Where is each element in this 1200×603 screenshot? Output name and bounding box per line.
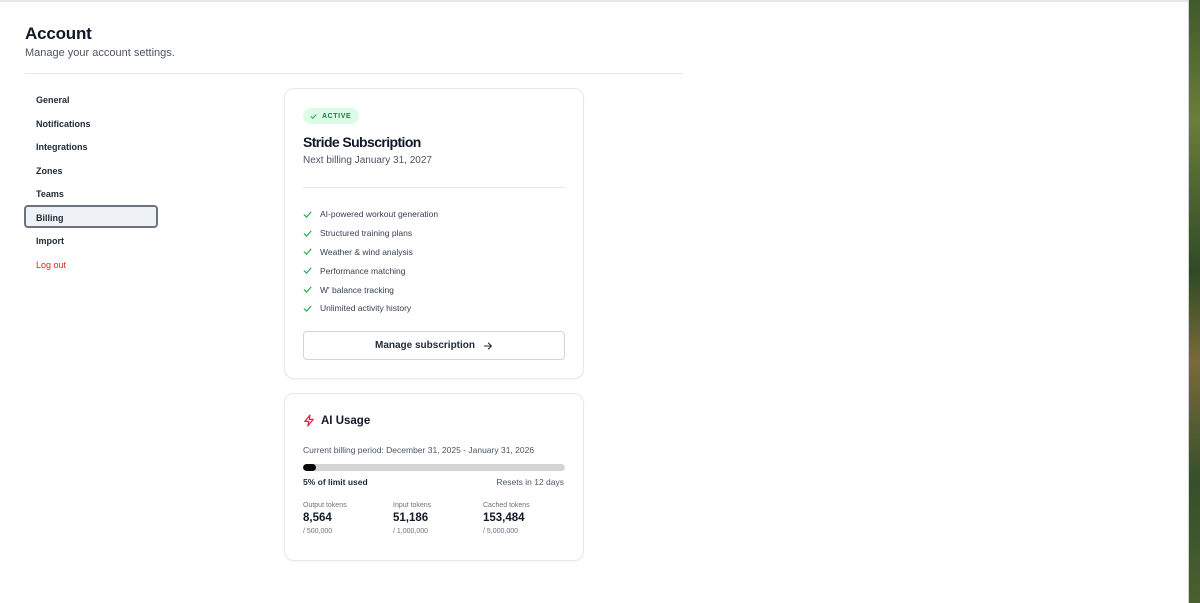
feature-label: Structured training plans <box>320 228 413 239</box>
stat-limit: / 5,000,000 <box>483 528 519 535</box>
header-divider <box>25 73 683 74</box>
feature-item: Unlimited activity history <box>303 299 438 318</box>
stat-value: 153,484 <box>483 512 525 524</box>
arrow-right-icon <box>483 341 492 350</box>
token-stats: Output tokens 8,564 / 500,000 Input toke… <box>303 502 573 535</box>
check-icon <box>303 267 312 275</box>
sidebar-item-import[interactable]: Import <box>24 228 158 252</box>
page-subtitle: Manage your account settings. <box>25 47 175 59</box>
stat-input-tokens: Input tokens 51,186 / 1,000,000 <box>393 502 483 535</box>
background-image-edge <box>1188 0 1200 603</box>
sidebar-item-billing[interactable]: Billing <box>24 204 158 228</box>
check-icon <box>310 113 317 119</box>
status-badge-label: ACTIVE <box>322 112 352 120</box>
sidebar-item-notifications[interactable]: Notifications <box>24 111 158 135</box>
feature-item: Structured training plans <box>303 224 438 243</box>
manage-subscription-label: Manage subscription <box>374 340 475 351</box>
top-border <box>0 0 1188 2</box>
sidebar-item-zones[interactable]: Zones <box>24 158 158 182</box>
stat-limit: / 1,000,000 <box>393 528 429 535</box>
sidebar-item-logout[interactable]: Log out <box>24 252 158 276</box>
status-badge: ACTIVE <box>303 108 360 124</box>
subscription-card: ACTIVE Stride Subscription Next billing … <box>284 88 584 379</box>
feature-list: AI-powered workout generation Structured… <box>303 205 438 318</box>
feature-item: Performance matching <box>303 261 438 280</box>
stat-limit: / 500,000 <box>303 528 333 535</box>
ai-usage-title: AI Usage <box>321 414 371 427</box>
feature-label: AI-powered workout generation <box>320 209 439 220</box>
feature-label: W' balance tracking <box>320 284 394 295</box>
check-icon <box>303 286 312 293</box>
usage-progress-bar <box>303 464 565 471</box>
check-icon <box>303 305 312 312</box>
check-icon <box>303 230 312 237</box>
feature-item: W' balance tracking <box>303 280 438 299</box>
sidebar-item-teams[interactable]: Teams <box>24 181 158 205</box>
card-divider <box>303 187 565 188</box>
feature-item: AI-powered workout generation <box>303 205 438 224</box>
stat-label: Input tokens <box>393 502 432 509</box>
next-billing-date: Next billing January 31, 2027 <box>303 155 432 166</box>
stat-output-tokens: Output tokens 8,564 / 500,000 <box>303 502 393 535</box>
check-icon <box>303 249 312 256</box>
sidebar-item-general[interactable]: General <box>24 87 158 111</box>
settings-sidebar: General Notifications Integrations Zones… <box>24 87 158 275</box>
manage-subscription-button[interactable]: Manage subscription <box>303 331 565 360</box>
feature-label: Performance matching <box>320 265 406 276</box>
feature-label: Weather & wind analysis <box>320 246 413 257</box>
feature-label: Unlimited activity history <box>320 303 412 314</box>
page-header: Account Manage your account settings. <box>25 24 175 59</box>
plan-name: Stride Subscription <box>303 134 421 150</box>
lightning-icon <box>304 414 314 427</box>
stat-label: Cached tokens <box>483 502 530 509</box>
usage-percent-label: 5% of limit used <box>303 477 368 487</box>
stat-value: 8,564 <box>303 512 332 524</box>
page-title: Account <box>25 24 92 43</box>
check-icon <box>303 211 312 218</box>
stat-cached-tokens: Cached tokens 153,484 / 5,000,000 <box>483 502 573 535</box>
billing-period: Current billing period: December 31, 202… <box>303 445 535 455</box>
usage-progress-fill <box>303 464 317 471</box>
usage-reset-label: Resets in 12 days <box>496 477 564 487</box>
stat-label: Output tokens <box>303 502 347 509</box>
ai-usage-card: AI Usage Current billing period: Decembe… <box>284 393 584 561</box>
ai-usage-heading: AI Usage <box>303 414 370 427</box>
feature-item: Weather & wind analysis <box>303 243 438 262</box>
stat-value: 51,186 <box>393 512 429 524</box>
sidebar-item-integrations[interactable]: Integrations <box>24 134 158 158</box>
